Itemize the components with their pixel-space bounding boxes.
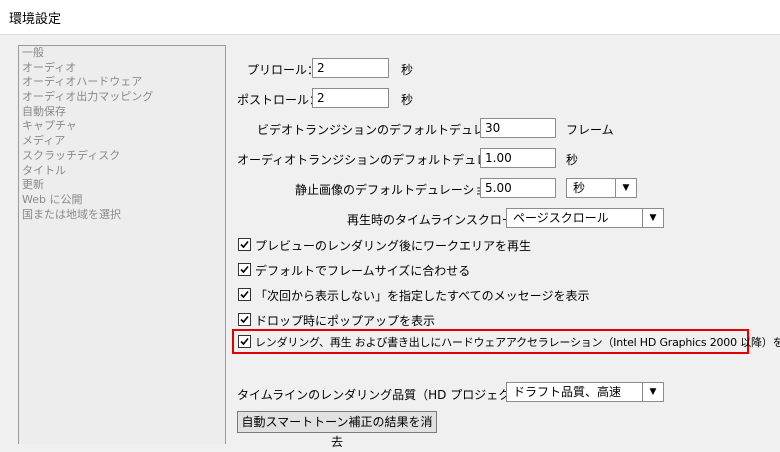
category-list[interactable]: 一般 オーディオ オーディオハードウェア オーディオ出力マッピング 自動保存 キ… — [18, 45, 226, 444]
checkbox-box[interactable] — [238, 335, 251, 348]
checkbox-label: 「次回から表示しない」を指定したすべてのメッセージを表示 — [255, 289, 590, 303]
postroll-label: ポストロール： — [237, 93, 322, 107]
audio-transition-unit: 秒 — [566, 153, 579, 167]
checkbox-box[interactable] — [238, 263, 251, 276]
check-icon — [240, 240, 249, 249]
title-bar: 環境設定 — [0, 0, 780, 35]
timeline-scroll-dropdown[interactable]: ページスクロール ▼ — [506, 208, 664, 228]
still-image-unit-value: 秒 — [573, 181, 586, 195]
checkbox-label: プレビューのレンダリング後にワークエリアを再生 — [255, 239, 532, 253]
check-icon — [240, 290, 249, 299]
sidebar-item-general[interactable]: 一般 — [19, 46, 225, 61]
checkbox-label: レンダリング、再生 および書き出しにハードウェアアクセラレーション（Intel … — [255, 336, 780, 349]
sidebar-item-audio-hardware[interactable]: オーディオハードウェア — [19, 75, 225, 90]
window-title: 環境設定 — [9, 12, 62, 27]
still-image-input[interactable] — [480, 178, 556, 198]
sidebar-item-select-region[interactable]: 国または地域を選択 — [19, 208, 225, 223]
checkbox-box[interactable] — [238, 313, 251, 326]
audio-transition-input[interactable] — [480, 148, 556, 168]
check-icon — [240, 337, 249, 346]
postroll-input[interactable] — [312, 88, 389, 108]
render-quality-value: ドラフト品質、高速 — [513, 385, 622, 399]
preroll-input[interactable] — [312, 58, 389, 78]
checkbox-box[interactable] — [238, 288, 251, 301]
sidebar-item-publish-web[interactable]: Web に公開 — [19, 193, 225, 208]
postroll-unit: 秒 — [401, 93, 414, 107]
checkbox-label: ドロップ時にポップアップを表示 — [255, 314, 436, 328]
chevron-down-icon: ▼ — [615, 179, 636, 197]
sidebar-item-updates[interactable]: 更新 — [19, 178, 225, 193]
sidebar-item-titles[interactable]: タイトル — [19, 164, 225, 179]
check-icon — [240, 315, 249, 324]
sidebar-item-media[interactable]: メディア — [19, 134, 225, 149]
sidebar-item-scratch-disks[interactable]: スクラッチディスク — [19, 149, 225, 164]
sidebar-item-autosave[interactable]: 自動保存 — [19, 105, 225, 120]
sidebar-item-audio-output-mapping[interactable]: オーディオ出力マッピング — [19, 90, 225, 105]
check-icon — [240, 265, 249, 274]
video-transition-input[interactable] — [480, 118, 556, 138]
sidebar-item-audio[interactable]: オーディオ — [19, 61, 225, 76]
sidebar-item-capture[interactable]: キャプチャ — [19, 119, 225, 134]
preroll-unit: 秒 — [401, 63, 414, 77]
chevron-down-icon: ▼ — [642, 209, 663, 227]
checkbox-label: デフォルトでフレームサイズに合わせる — [255, 264, 471, 278]
render-quality-dropdown[interactable]: ドラフト品質、高速 ▼ — [506, 382, 664, 402]
still-image-unit-dropdown[interactable]: 秒 ▼ — [566, 178, 637, 198]
clear-smart-tone-button[interactable]: 自動スマートトーン補正の結果を消去 — [237, 411, 437, 449]
checkbox-box[interactable] — [238, 238, 251, 251]
still-image-label: 静止画像のデフォルトデュレーション： — [295, 183, 511, 197]
timeline-scroll-value: ページスクロール — [513, 211, 609, 225]
video-transition-unit: フレーム — [566, 123, 614, 137]
chevron-down-icon: ▼ — [642, 383, 663, 401]
preroll-label: プリロール： — [247, 63, 320, 77]
